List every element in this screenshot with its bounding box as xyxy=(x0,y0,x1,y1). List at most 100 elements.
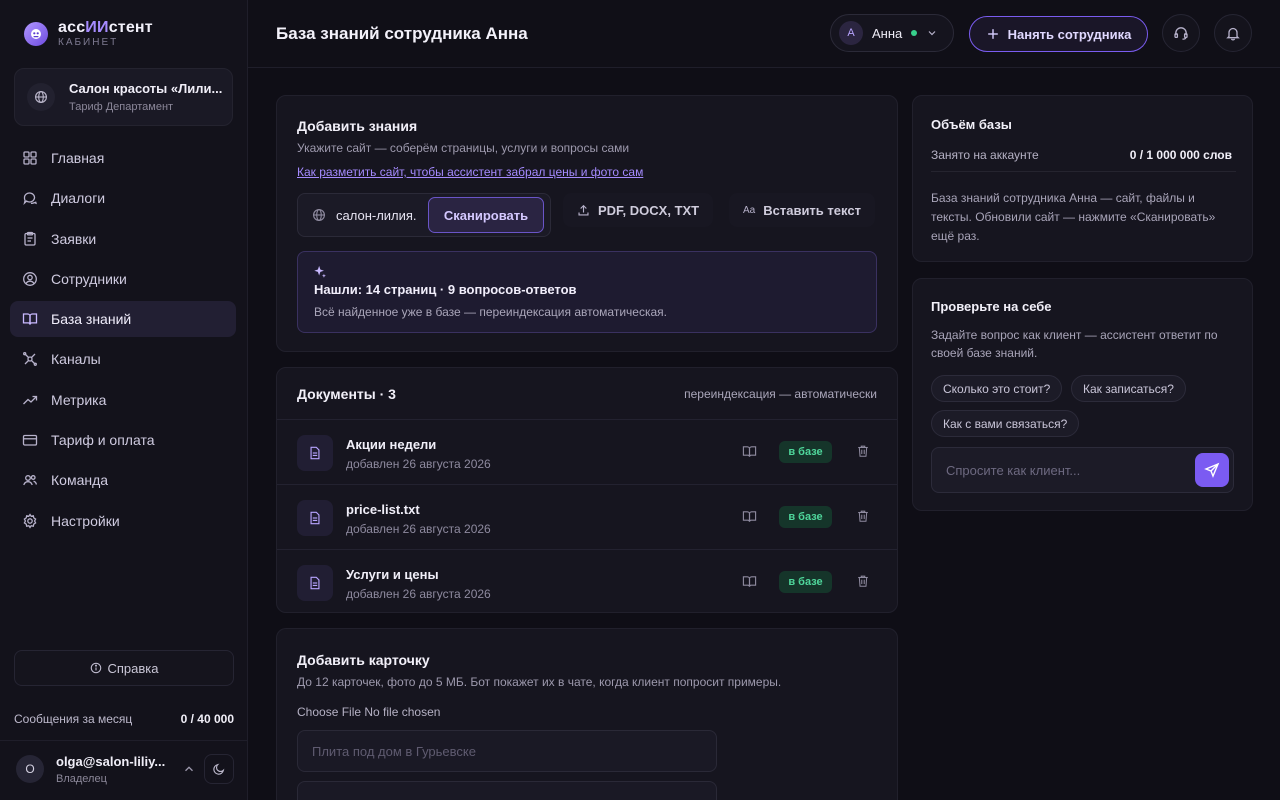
open-book-icon[interactable] xyxy=(742,574,757,589)
document-name: price-list.txt xyxy=(346,502,420,517)
brand-title: ассИИстент xyxy=(58,19,153,36)
test-card: Проверьте на себе Задайте вопрос как кли… xyxy=(912,278,1253,511)
home-grid-icon xyxy=(23,151,37,165)
headset-icon xyxy=(1174,27,1188,40)
theme-toggle-button[interactable] xyxy=(204,754,234,784)
suggestion-chip[interactable]: Сколько это стоит? xyxy=(931,375,1063,402)
sidebar-divider xyxy=(0,740,247,741)
sidebar-item-requests[interactable]: Заявки xyxy=(10,221,236,257)
book-icon xyxy=(22,313,38,325)
choose-file-button[interactable]: Choose File xyxy=(297,705,361,719)
sidebar-item-employees[interactable]: Сотрудники xyxy=(10,261,236,297)
volume-label: Занято на аккаунте xyxy=(931,148,1039,162)
volume-title: Объём базы xyxy=(931,117,1012,132)
page-title: База знаний сотрудника Анна xyxy=(276,24,528,43)
message-quota-label: Сообщения за месяц xyxy=(14,712,133,726)
gear-icon xyxy=(23,513,37,529)
add-knowledge-title: Добавить знания xyxy=(297,118,418,134)
sidebar-item-knowledge[interactable]: База знаний xyxy=(10,301,236,338)
ask-placeholder: Спросите как клиент... xyxy=(946,462,1081,478)
sidebar-item-label: Главная xyxy=(51,150,105,166)
file-status: No file chosen xyxy=(364,705,441,719)
moon-icon xyxy=(213,763,225,775)
notifications-button[interactable] xyxy=(1214,14,1252,52)
document-date: добавлен 26 августа 2026 xyxy=(346,587,491,601)
document-icon xyxy=(297,500,333,536)
clipboard-icon xyxy=(24,231,36,246)
table-row[interactable]: Услуги и цены добавлен 26 августа 2026 в… xyxy=(277,550,897,615)
hire-employee-label: Нанять сотрудника xyxy=(1007,26,1132,42)
send-button[interactable] xyxy=(1195,453,1229,487)
chevron-up-icon[interactable] xyxy=(182,762,196,776)
sidebar-item-label: Тариф и оплата xyxy=(51,432,155,449)
add-knowledge-subtitle: Укажите сайт — соберём страницы, услуги … xyxy=(297,141,630,155)
volume-value: 0 / 1 000 000 слов xyxy=(1129,148,1232,162)
table-row[interactable]: price-list.txt добавлен 26 августа 2026 … xyxy=(277,485,897,550)
users-icon xyxy=(23,475,38,486)
ask-input[interactable]: Спросите как клиент... xyxy=(931,447,1234,493)
trend-icon xyxy=(23,395,38,405)
sidebar-item-channels[interactable]: Каналы xyxy=(10,341,236,377)
org-plan: Тариф Департамент xyxy=(69,101,174,113)
markup-help-link[interactable]: Как разметить сайт, чтобы ассистент забр… xyxy=(297,165,643,179)
scan-result-banner: Нашли: 14 страниц · 9 вопросов-ответов В… xyxy=(297,251,877,333)
card-title-placeholder: Плита под дом в Гурьевске xyxy=(312,743,476,759)
add-card-title: Добавить карточку xyxy=(297,652,430,668)
hire-employee-button[interactable]: Нанять сотрудника xyxy=(969,16,1148,52)
document-name: Услуги и цены xyxy=(346,567,439,582)
support-button[interactable] xyxy=(1162,14,1200,52)
sidebar-item-label: Метрика xyxy=(51,391,107,408)
scan-result-title: Нашли: 14 страниц · 9 вопросов-ответов xyxy=(314,282,577,297)
sidebar-item-label: Заявки xyxy=(51,230,97,247)
sidebar-nav: Главная Диалоги Заявки Сотрудники База з… xyxy=(10,140,236,543)
status-badge: в базе xyxy=(779,506,832,528)
card-title-input[interactable]: Плита под дом в Гурьевске xyxy=(297,730,717,772)
sidebar-item-billing[interactable]: Тариф и оплата xyxy=(10,422,236,458)
paste-text-button[interactable]: Aa Вставить текст xyxy=(729,193,875,227)
brand-logo[interactable]: ассИИстент КАБИНЕТ xyxy=(24,20,153,48)
employee-selector[interactable]: А Анна xyxy=(830,14,954,52)
sidebar-item-dialogs[interactable]: Диалоги xyxy=(10,180,236,216)
status-badge: в базе xyxy=(779,441,832,463)
globe-icon xyxy=(27,83,55,111)
sidebar-item-home[interactable]: Главная xyxy=(10,140,236,176)
card-description-input[interactable] xyxy=(297,781,717,800)
online-status-dot xyxy=(911,30,918,36)
sidebar-item-metrics[interactable]: Метрика xyxy=(10,382,236,418)
status-badge: в базе xyxy=(779,571,832,593)
user-email: olga@salon-liliy... xyxy=(56,753,166,769)
suggestion-chip[interactable]: Как записаться? xyxy=(1071,375,1186,402)
document-icon xyxy=(297,435,333,471)
site-url-value[interactable]: салон-лилия. xyxy=(336,208,428,223)
user-circle-icon xyxy=(23,271,37,286)
employee-avatar: А xyxy=(839,21,863,45)
scan-result-text: Всё найденное уже в базе — переиндексаци… xyxy=(314,305,667,319)
trash-icon[interactable] xyxy=(856,444,870,458)
sparkle-icon xyxy=(314,265,326,278)
trash-icon[interactable] xyxy=(856,509,870,523)
sidebar-item-team[interactable]: Команда xyxy=(10,462,236,498)
file-picker[interactable]: Choose File No file chosen xyxy=(297,705,440,719)
bell-icon xyxy=(1226,27,1240,41)
scan-button[interactable]: Сканировать xyxy=(428,197,544,233)
avatar: O xyxy=(16,755,44,783)
site-url-field[interactable]: салон-лилия. Сканировать xyxy=(297,193,551,237)
user-menu[interactable]: O olga@salon-liliy... Владелец xyxy=(16,752,236,786)
sidebar-item-settings[interactable]: Настройки xyxy=(10,503,236,539)
suggestion-chip[interactable]: Как с вами связаться? xyxy=(931,410,1080,437)
trash-icon[interactable] xyxy=(856,574,870,588)
upload-files-button[interactable]: PDF, DOCX, TXT xyxy=(563,193,714,227)
text-format-icon: Aa xyxy=(743,204,756,216)
open-book-icon[interactable] xyxy=(742,444,757,459)
upload-files-label: PDF, DOCX, TXT xyxy=(598,202,700,218)
message-quota: Сообщения за месяц 0 / 40 000 xyxy=(14,712,234,726)
sidebar-item-label: Сотрудники xyxy=(51,270,127,287)
table-row[interactable]: Акции недели добавлен 26 августа 2026 в … xyxy=(277,420,897,485)
help-button[interactable]: Справка xyxy=(14,650,234,686)
org-switcher[interactable]: Салон красоты «Лили... Тариф Департамент xyxy=(14,68,233,126)
satellite-icon xyxy=(23,352,37,367)
send-icon xyxy=(1204,462,1220,478)
top-header: База знаний сотрудника Анна А Анна Нанят… xyxy=(248,0,1280,68)
open-book-icon[interactable] xyxy=(742,509,757,524)
documents-title: Документы · 3 xyxy=(297,386,396,402)
